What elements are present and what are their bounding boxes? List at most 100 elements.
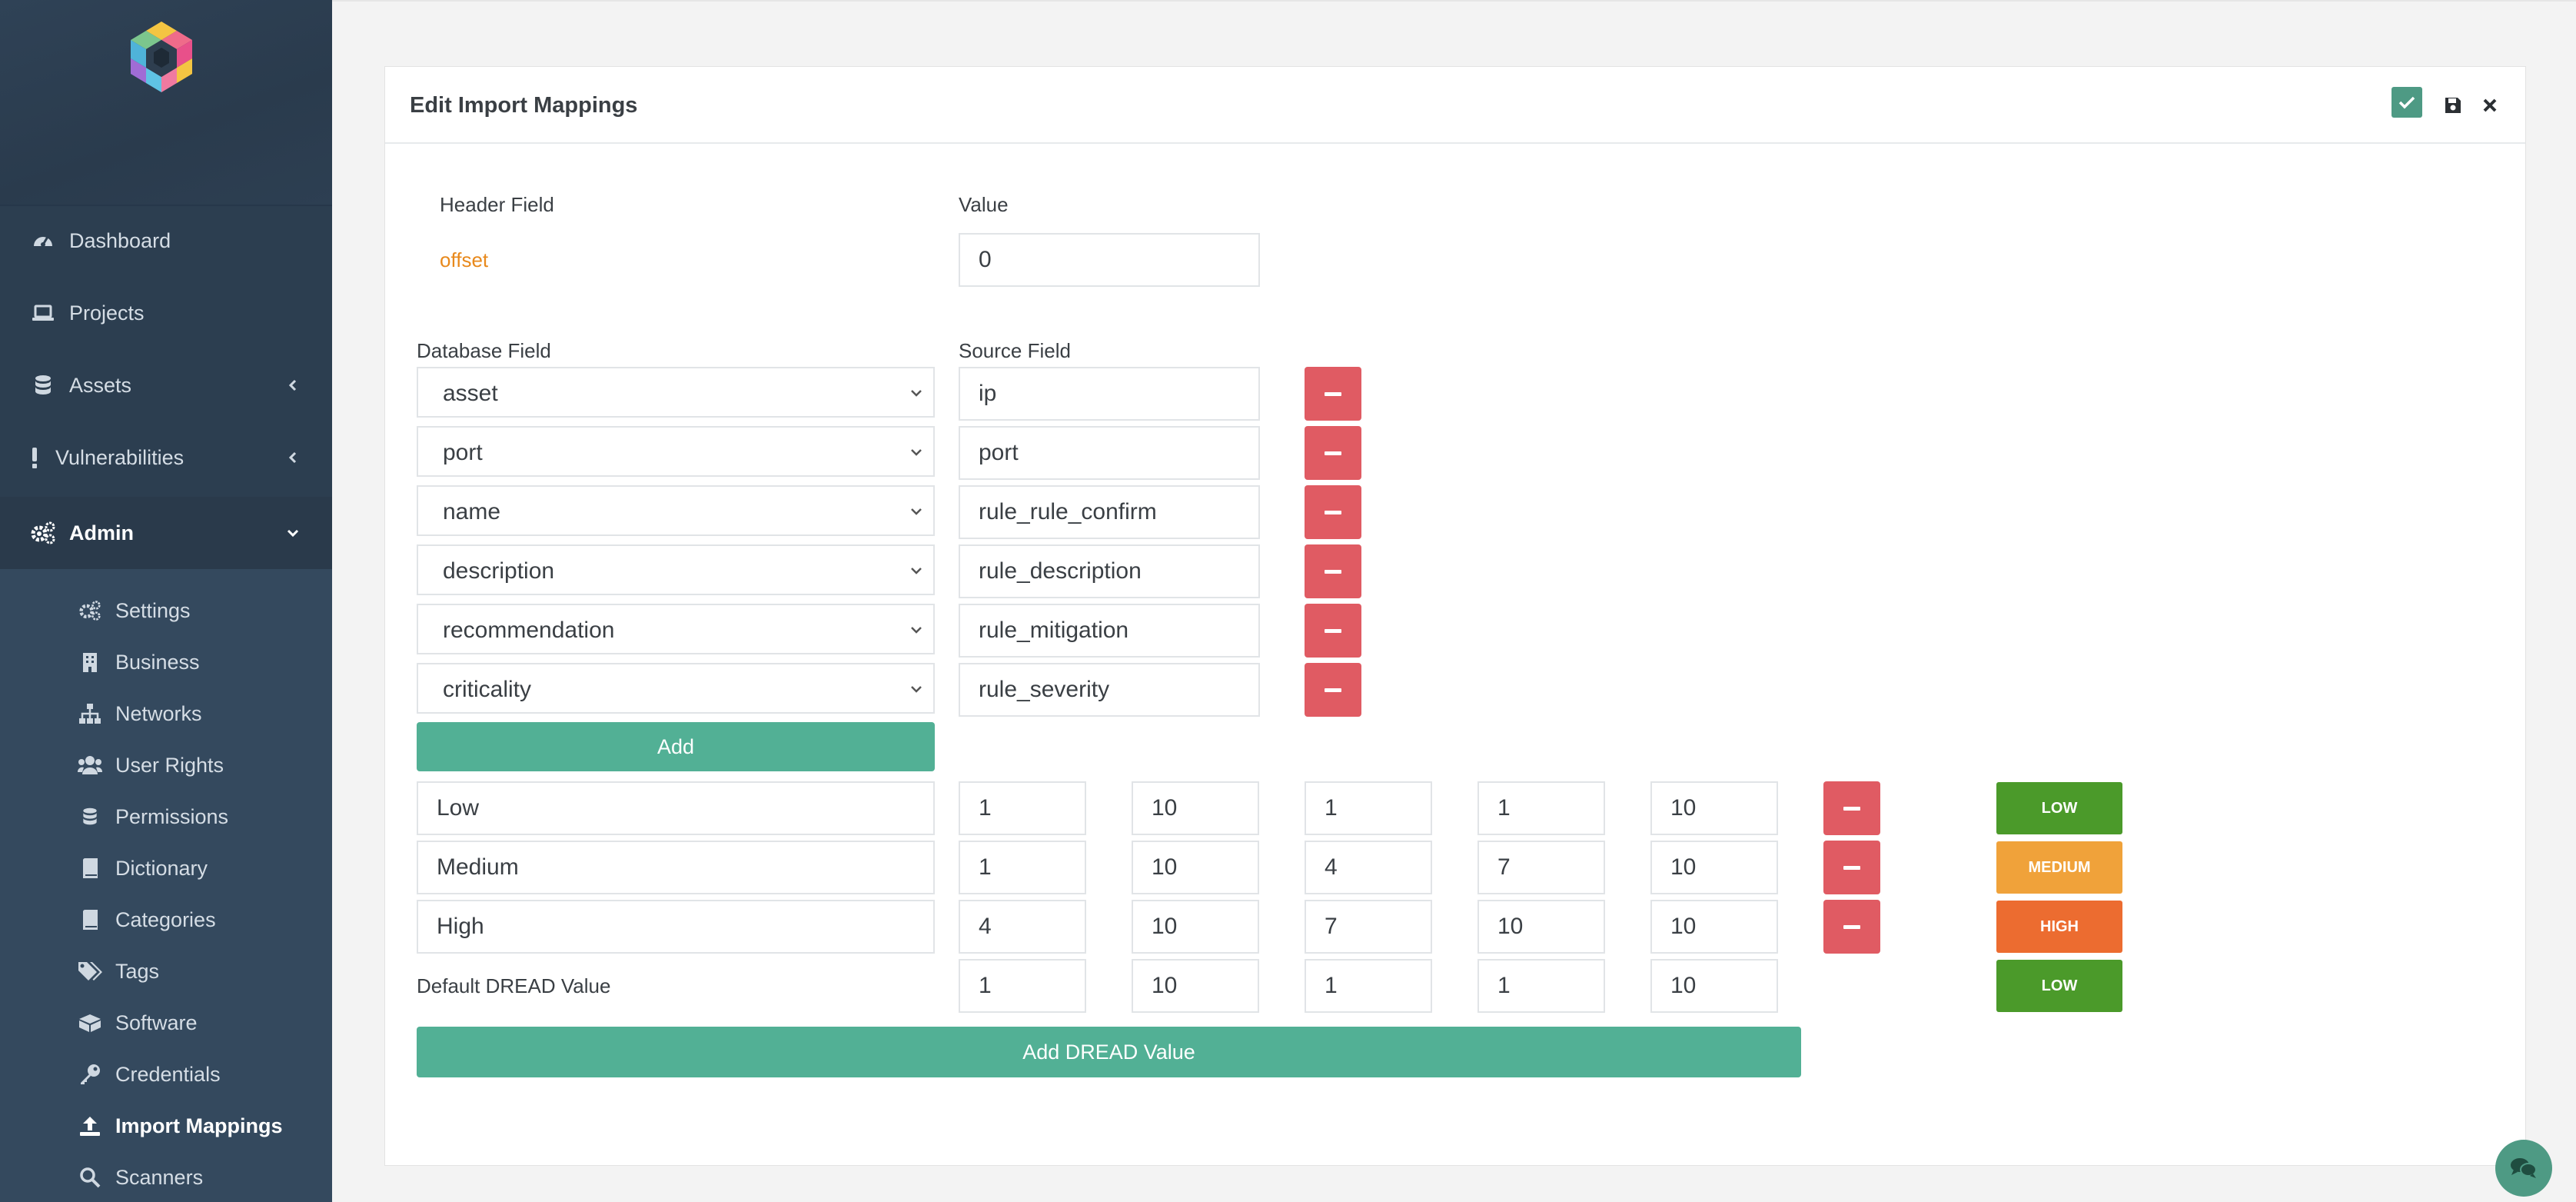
selected-value: asset [443,381,498,406]
app-logo[interactable] [125,20,198,94]
criticality-badge: MEDIUM [1996,841,2122,894]
chevron-down-icon [281,521,304,544]
exclamation-icon [23,444,46,471]
default-dread-value-input[interactable] [1650,959,1778,1013]
dread-name-input[interactable] [417,900,935,954]
default-dread-value-input[interactable] [1305,959,1432,1013]
sidebar-item-categories[interactable]: Categories [0,897,332,943]
sidebar-item-admin[interactable]: Admin [0,497,332,569]
database-field-select[interactable]: recommendation [417,604,935,654]
dread-value-input[interactable] [1132,841,1259,894]
database-field-label: Database Field [417,339,551,362]
remove-mapping-button[interactable] [1305,367,1361,421]
sidebar-item-scanners[interactable]: Scanners [0,1154,332,1200]
chevron-left-icon [281,446,304,469]
sidebar-item-networks[interactable]: Networks [0,691,332,737]
remove-mapping-button[interactable] [1305,426,1361,480]
source-field-input[interactable] [959,663,1260,717]
database-field-select[interactable]: criticality [417,663,935,714]
confirm-button[interactable] [2392,87,2422,118]
page-title: Edit Import Mappings [410,93,638,118]
panel-header: Edit Import Mappings [385,67,2525,144]
sidebar-item-label: Networks [115,701,202,725]
dread-value-input[interactable] [1650,781,1778,835]
add-mapping-button[interactable]: Add [417,722,935,771]
source-field-input[interactable] [959,426,1260,480]
save-button[interactable] [2439,92,2467,119]
sidebar-item-label: Software [115,1011,198,1034]
chevron-down-icon [906,619,927,641]
sidebar-item-import-mappings[interactable]: Import Mappings [0,1103,332,1149]
sidebar-item-permissions[interactable]: Permissions [0,794,332,840]
minus-icon [1325,688,1341,692]
database-field-select[interactable]: name [417,485,935,536]
top-divider [332,0,2576,2]
building-icon [77,649,103,675]
sidebar-item-tags[interactable]: Tags [0,948,332,994]
dread-value-input[interactable] [1650,841,1778,894]
chat-button[interactable] [2495,1140,2552,1197]
dread-name-input[interactable] [417,841,935,894]
minus-icon [1325,569,1341,574]
sidebar-item-settings[interactable]: Settings [0,588,332,634]
chat-bubbles-icon [2511,1158,2537,1178]
source-field-input[interactable] [959,604,1260,658]
sidebar-item-credentials[interactable]: Credentials [0,1051,332,1097]
default-dread-value-input[interactable] [1132,959,1259,1013]
tags-icon [77,958,103,984]
sidebar-item-dictionary[interactable]: Dictionary [0,845,332,891]
database-field-select[interactable]: description [417,544,935,595]
sidebar-item-software[interactable]: Software [0,1000,332,1046]
dread-value-input[interactable] [1650,900,1778,954]
sidebar-item-assets[interactable]: Assets [0,349,332,421]
sidebar-item-projects[interactable]: Projects [0,277,332,349]
dread-name-input[interactable] [417,781,935,835]
database-icon [29,371,57,399]
close-button[interactable] [2476,92,2504,119]
add-dread-value-button[interactable]: Add DREAD Value [417,1027,1801,1077]
remove-mapping-button[interactable] [1305,544,1361,598]
dread-value-input[interactable] [1305,841,1432,894]
value-label: Value [959,193,1009,216]
users-icon [77,752,103,778]
dread-value-input[interactable] [1132,781,1259,835]
default-dread-value-input[interactable] [1477,959,1605,1013]
remove-mapping-button[interactable] [1305,663,1361,717]
sidebar-item-label: Categories [115,907,216,931]
remove-dread-button[interactable] [1823,900,1880,954]
floppy-disk-icon [2445,98,2461,113]
sidebar-item-dashboard[interactable]: Dashboard [0,205,332,277]
dread-value-input[interactable] [1477,841,1605,894]
cogs-icon [29,519,57,547]
remove-mapping-button[interactable] [1305,485,1361,539]
sidebar-item-vulnerabilities[interactable]: Vulnerabilities [0,421,332,494]
sidebar-item-user-rights[interactable]: User Rights [0,742,332,788]
dread-value-input[interactable] [1305,900,1432,954]
dread-value-input[interactable] [1477,900,1605,954]
sidebar-item-label: Settings [115,598,191,622]
dread-value-input[interactable] [959,900,1086,954]
source-field-input[interactable] [959,367,1260,421]
dread-value-input[interactable] [1132,900,1259,954]
cogs-icon [77,598,103,624]
sidebar: Dashboard Projects Assets Vulnerabilitie… [0,0,332,1202]
source-field-input[interactable] [959,485,1260,539]
remove-mapping-button[interactable] [1305,604,1361,658]
dread-value-input[interactable] [1305,781,1432,835]
remove-dread-button[interactable] [1823,841,1880,894]
source-field-input[interactable] [959,544,1260,598]
offset-value-input[interactable] [959,233,1260,287]
database-field-select[interactable]: port [417,426,935,477]
default-dread-value-input[interactable] [959,959,1086,1013]
sidebar-item-business[interactable]: Business [0,639,332,685]
dread-value-input[interactable] [959,781,1086,835]
sidebar-item-label: Scanners [115,1165,204,1189]
key-icon [77,1061,103,1087]
remove-dread-button[interactable] [1823,781,1880,835]
source-field-label: Source Field [959,339,1071,362]
dread-value-input[interactable] [959,841,1086,894]
dread-value-input[interactable] [1477,781,1605,835]
selected-value: port [443,440,483,465]
default-dread-label: Default DREAD Value [417,974,611,997]
database-field-select[interactable]: asset [417,367,935,418]
